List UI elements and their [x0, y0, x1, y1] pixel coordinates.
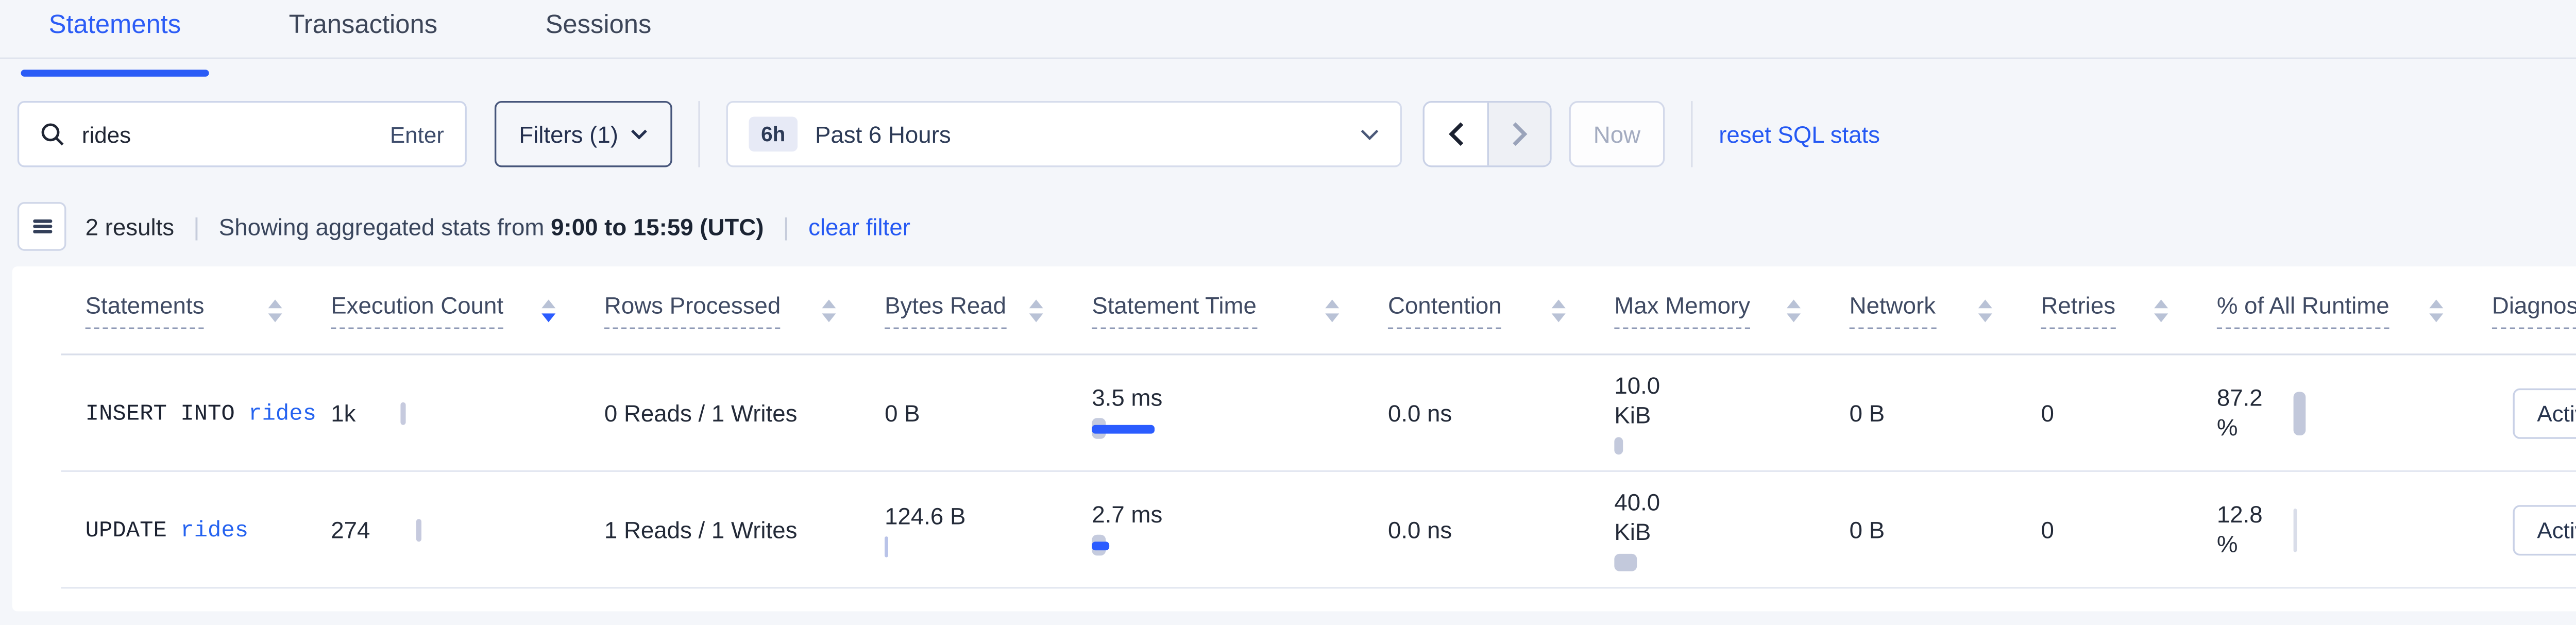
sql-activity-page: Statements Transactions Sessions Enter F… — [0, 0, 2576, 625]
chevron-down-icon — [1360, 128, 1379, 140]
rows-processed-cell: 1 Reads / 1 Writes — [580, 516, 860, 543]
reset-sql-stats-link[interactable]: reset SQL stats — [1719, 121, 1880, 147]
execution-count-cell: 1k — [307, 400, 580, 426]
tab-transactions[interactable]: Transactions — [289, 10, 437, 57]
contention-cell: 0.0 ns — [1364, 400, 1590, 426]
diagnostics-cell: Activate — [2468, 387, 2576, 438]
bytes-read-cell: 0 B — [860, 398, 1067, 427]
search-icon — [40, 122, 64, 146]
time-range-badge: 6h — [749, 116, 798, 151]
results-bar: 2 results | Showing aggregated stats fro… — [18, 204, 2576, 249]
column-header-statements[interactable]: Statements — [61, 292, 307, 328]
statement-keyword: UPDATE — [86, 516, 167, 543]
chevron-right-icon — [1512, 122, 1527, 146]
pct-runtime-bar — [2294, 391, 2306, 435]
pct-runtime-cell: 87.2 % — [2193, 383, 2468, 443]
rows-processed-cell: 0 Reads / 1 Writes — [580, 400, 860, 426]
chevron-down-icon — [631, 129, 648, 139]
clear-filter-link[interactable]: clear filter — [808, 213, 910, 240]
column-header-contention[interactable]: Contention — [1364, 292, 1590, 328]
activate-diagnostics-button[interactable]: Activate — [2513, 387, 2576, 438]
separator: | — [193, 212, 199, 240]
pct-runtime-bar — [2294, 508, 2297, 551]
statement-time-cell: 3.5 ms — [1067, 385, 1364, 441]
aggregation-summary-range: 9:00 to 15:59 (UTC) — [551, 213, 764, 240]
column-header-bytes-read[interactable]: Bytes Read — [860, 292, 1067, 328]
tab-statements[interactable]: Statements — [49, 10, 181, 57]
retries-cell: 0 — [2016, 400, 2192, 426]
sort-arrows-icon[interactable] — [1787, 299, 1801, 322]
max-memory-cell: 40.0 KiB — [1590, 487, 1825, 571]
statement-keyword: INSERT INTO — [86, 400, 235, 426]
search-input[interactable] — [78, 120, 376, 149]
execution-count-bar — [415, 518, 420, 541]
sort-arrows-icon[interactable] — [1978, 299, 1992, 322]
now-button[interactable]: Now — [1569, 101, 1665, 167]
statement-cell: INSERT INTO rides — [61, 400, 307, 426]
pct-runtime-cell: 12.8 % — [2193, 500, 2468, 559]
execution-count-bar — [401, 401, 406, 424]
columns-icon — [32, 216, 52, 237]
chevron-left-icon — [1448, 122, 1464, 146]
sort-arrows-icon[interactable] — [1552, 299, 1566, 322]
statement-link[interactable]: rides — [180, 516, 248, 543]
statement-time-bar — [1092, 533, 1172, 557]
statement-cell: UPDATE rides — [61, 516, 307, 543]
network-cell: 0 B — [1825, 400, 2016, 426]
statement-time-bar — [1092, 416, 1172, 441]
column-header-execution-count[interactable]: Execution Count — [307, 292, 580, 328]
time-range-label: Past 6 Hours — [815, 121, 951, 147]
aggregation-summary: Showing aggregated stats from 9:00 to 15… — [219, 213, 764, 240]
retries-cell: 0 — [2016, 516, 2192, 543]
max-memory-bar — [1614, 554, 1637, 571]
table-row: UPDATE rides 274 1 Reads / 1 Writes 124.… — [61, 472, 2576, 588]
activate-diagnostics-button[interactable]: Activate — [2513, 504, 2576, 555]
time-range-picker[interactable]: 6h Past 6 Hours — [726, 101, 1402, 167]
max-memory-cell: 10.0 KiB — [1590, 371, 1825, 454]
search-box[interactable]: Enter — [18, 101, 467, 167]
contention-cell: 0.0 ns — [1364, 516, 1590, 543]
bytes-read-bar — [885, 536, 888, 558]
sort-arrows-icon[interactable] — [1029, 299, 1043, 322]
table-header-row: Statements Execution Count Rows Processe… — [61, 266, 2576, 355]
bytes-read-cell: 124.6 B — [860, 501, 1067, 557]
sort-arrows-icon[interactable] — [268, 299, 282, 322]
time-step-buttons — [1423, 101, 1552, 167]
filters-button-label: Filters (1) — [519, 121, 618, 147]
search-enter-hint: Enter — [390, 121, 444, 147]
results-count: 2 results — [86, 213, 174, 240]
sort-arrows-icon[interactable] — [541, 299, 555, 322]
tab-bar: Statements Transactions Sessions — [0, 0, 2576, 59]
network-cell: 0 B — [1825, 516, 2016, 543]
previous-time-button[interactable] — [1425, 103, 1487, 165]
next-time-button[interactable] — [1487, 103, 1550, 165]
toolbar: Enter Filters (1) 6h Past 6 Hours — [18, 101, 2576, 167]
sort-arrows-icon[interactable] — [2429, 299, 2443, 322]
tab-sessions[interactable]: Sessions — [546, 10, 652, 57]
sort-arrows-icon[interactable] — [2154, 299, 2168, 322]
column-header-diagnostics[interactable]: Diagnostics — [2468, 292, 2576, 328]
sort-arrows-icon[interactable] — [1325, 299, 1339, 322]
column-header-statement-time[interactable]: Statement Time — [1067, 292, 1364, 328]
column-header-max-memory[interactable]: Max Memory — [1590, 292, 1825, 328]
toolbar-divider — [698, 101, 700, 167]
filters-button[interactable]: Filters (1) — [495, 101, 672, 167]
column-header-pct-of-all-runtime[interactable]: % of All Runtime — [2193, 292, 2468, 328]
column-header-rows-processed[interactable]: Rows Processed — [580, 292, 860, 328]
sort-arrows-icon[interactable] — [822, 299, 836, 322]
execution-count-cell: 274 — [307, 516, 580, 543]
max-memory-bar — [1614, 437, 1623, 454]
column-header-retries[interactable]: Retries — [2016, 292, 2192, 328]
toolbar-divider — [1691, 101, 1692, 167]
separator: | — [783, 212, 789, 240]
aggregation-summary-prefix: Showing aggregated stats from — [219, 213, 545, 240]
statement-time-cell: 2.7 ms — [1067, 501, 1364, 557]
column-selector-button[interactable] — [18, 202, 66, 251]
table-row: INSERT INTO rides 1k 0 Reads / 1 Writes … — [61, 356, 2576, 472]
diagnostics-cell: Activate — [2468, 504, 2576, 555]
column-header-network[interactable]: Network — [1825, 292, 2016, 328]
statements-table-panel: Statements Execution Count Rows Processe… — [12, 266, 2576, 611]
